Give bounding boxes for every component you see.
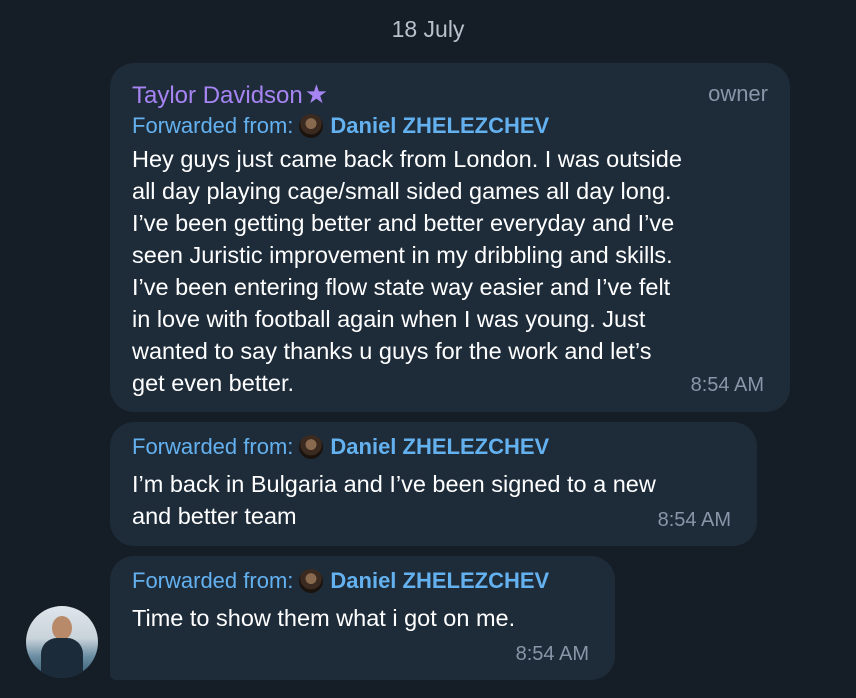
forwarded-label: Forwarded from:	[132, 434, 294, 459]
forwarded-label: Forwarded from:	[132, 113, 294, 138]
message-line: seen Juristic improvement in my dribblin…	[132, 242, 673, 268]
avatar-head-shape	[52, 616, 72, 640]
message-line: all day playing cage/small sided games a…	[132, 178, 672, 204]
avatar-body-shape	[41, 638, 83, 678]
message-line: and better team	[132, 503, 297, 529]
message-line: Time to show them what i got on me.	[132, 605, 516, 631]
date-separator: 18 July	[391, 16, 465, 42]
message-line: I’ve been getting better and better ever…	[132, 210, 675, 236]
message-bubble[interactable]: Forwarded from: Daniel ZHELEZCHEV I’m ba…	[110, 422, 757, 546]
message-line: Hey guys just came back from London. I w…	[132, 146, 682, 172]
message-line: wanted to say thanks u guys for the work…	[132, 338, 652, 364]
sender-name[interactable]: Taylor Davidson	[132, 82, 303, 109]
sender-avatar[interactable]	[26, 606, 98, 678]
forwarded-user-name[interactable]: Daniel ZHELEZCHEV	[330, 113, 549, 139]
forwarded-from[interactable]: Forwarded from: Daniel ZHELEZCHEV	[132, 113, 549, 139]
message-text: Hey guys just came back from London. I w…	[132, 143, 682, 399]
forwarded-from[interactable]: Forwarded from: Daniel ZHELEZCHEV	[132, 434, 549, 460]
message-line: I’m back in Bulgaria and I’ve been signe…	[132, 471, 656, 497]
role-badge: owner	[708, 81, 768, 106]
message-line: I’ve been entering flow state way easier…	[132, 274, 671, 300]
message-line: in love with football again when I was y…	[132, 306, 646, 332]
message-timestamp: 8:54 AM	[690, 374, 764, 396]
forwarded-user-name[interactable]: Daniel ZHELEZCHEV	[330, 434, 549, 460]
message-timestamp: 8:54 AM	[657, 509, 731, 531]
forwarded-label: Forwarded from:	[132, 568, 294, 593]
forwarded-from[interactable]: Forwarded from: Daniel ZHELEZCHEV	[132, 568, 549, 594]
message-text: I’m back in Bulgaria and I’ve been signe…	[132, 468, 656, 532]
forwarded-user-name[interactable]: Daniel ZHELEZCHEV	[330, 568, 549, 594]
forwarded-user-avatar	[299, 435, 324, 459]
message-line: get even better.	[132, 370, 295, 396]
message-bubble[interactable]: Forwarded from: Daniel ZHELEZCHEV Time t…	[110, 556, 615, 680]
message-text: Time to show them what i got on me.	[132, 602, 515, 634]
message-bubble[interactable]: Taylor Davidson★ owner Forwarded from: D…	[110, 63, 790, 412]
message-timestamp: 8:54 AM	[515, 643, 589, 665]
forwarded-user-avatar	[299, 569, 324, 593]
star-icon: ★	[304, 79, 329, 109]
sender-name-row[interactable]: Taylor Davidson★	[132, 79, 328, 110]
forwarded-user-avatar	[299, 114, 324, 138]
